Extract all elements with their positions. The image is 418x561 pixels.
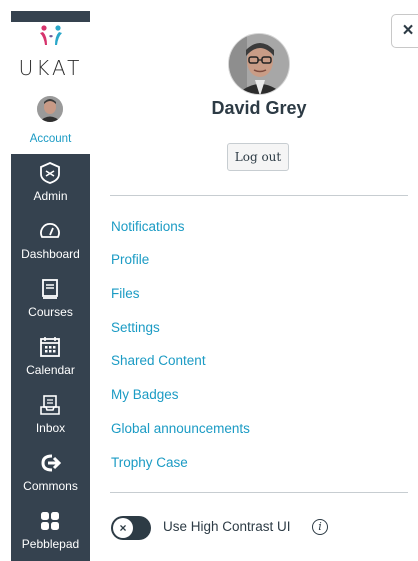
link-my-badges[interactable]: My Badges — [111, 387, 179, 402]
user-name: David Grey — [211, 98, 307, 118]
logout-button[interactable]: Log out — [227, 143, 289, 171]
commons-arrow-icon — [41, 454, 61, 472]
institution-logo[interactable]: UKAT — [11, 22, 90, 84]
nav-top-strip — [11, 11, 90, 22]
profile-avatar[interactable] — [228, 33, 290, 95]
nav-item-pebblepad[interactable]: Pebblepad — [11, 502, 90, 560]
logo-figures-icon — [40, 25, 62, 45]
nav-items-panel: Admin Dashboard Courses Calendar Inbox C… — [11, 154, 90, 561]
book-icon — [42, 279, 58, 299]
avatar — [37, 96, 63, 122]
inbox-icon — [40, 395, 60, 415]
link-shared-content[interactable]: Shared Content — [111, 353, 206, 368]
link-trophy-case[interactable]: Trophy Case — [111, 455, 188, 470]
nav-item-label: Calendar — [26, 363, 75, 377]
nav-item-label: Courses — [28, 305, 73, 319]
link-profile[interactable]: Profile — [111, 252, 149, 267]
nav-item-calendar[interactable]: Calendar — [11, 328, 90, 386]
nav-item-label: Commons — [23, 479, 78, 493]
toggle-off-x-icon: × — [113, 518, 133, 538]
link-files[interactable]: Files — [111, 286, 140, 301]
high-contrast-toggle[interactable]: × — [111, 516, 151, 540]
nav-item-courses[interactable]: Courses — [11, 270, 90, 328]
nav-item-dashboard[interactable]: Dashboard — [11, 212, 90, 270]
calendar-icon — [40, 337, 60, 357]
global-nav: UKAT Account Admin Dashboard Courses Cal… — [0, 0, 90, 561]
grid-icon — [41, 512, 59, 530]
link-global-announcements[interactable]: Global announcements — [111, 421, 250, 436]
link-settings[interactable]: Settings — [111, 320, 160, 335]
logo-text: UKAT — [18, 56, 83, 80]
nav-item-label: Inbox — [35, 421, 66, 435]
speedometer-icon — [40, 223, 60, 238]
nav-item-account[interactable]: Account — [11, 84, 90, 154]
nav-item-label: Dashboard — [21, 247, 80, 261]
info-icon[interactable]: i — [312, 519, 328, 535]
divider — [110, 195, 408, 196]
nav-item-inbox[interactable]: Inbox — [11, 386, 90, 444]
shield-icon — [40, 162, 60, 184]
nav-item-admin[interactable]: Admin — [11, 154, 90, 212]
close-tray-button[interactable]: × — [391, 14, 418, 48]
nav-item-label: Account — [29, 133, 72, 145]
divider — [110, 492, 408, 493]
link-notifications[interactable]: Notifications — [111, 219, 185, 234]
nav-item-commons[interactable]: Commons — [11, 444, 90, 502]
nav-item-label: Admin — [33, 189, 68, 203]
nav-item-label: Pebblepad — [21, 537, 80, 551]
high-contrast-label: Use High Contrast UI — [163, 519, 291, 534]
